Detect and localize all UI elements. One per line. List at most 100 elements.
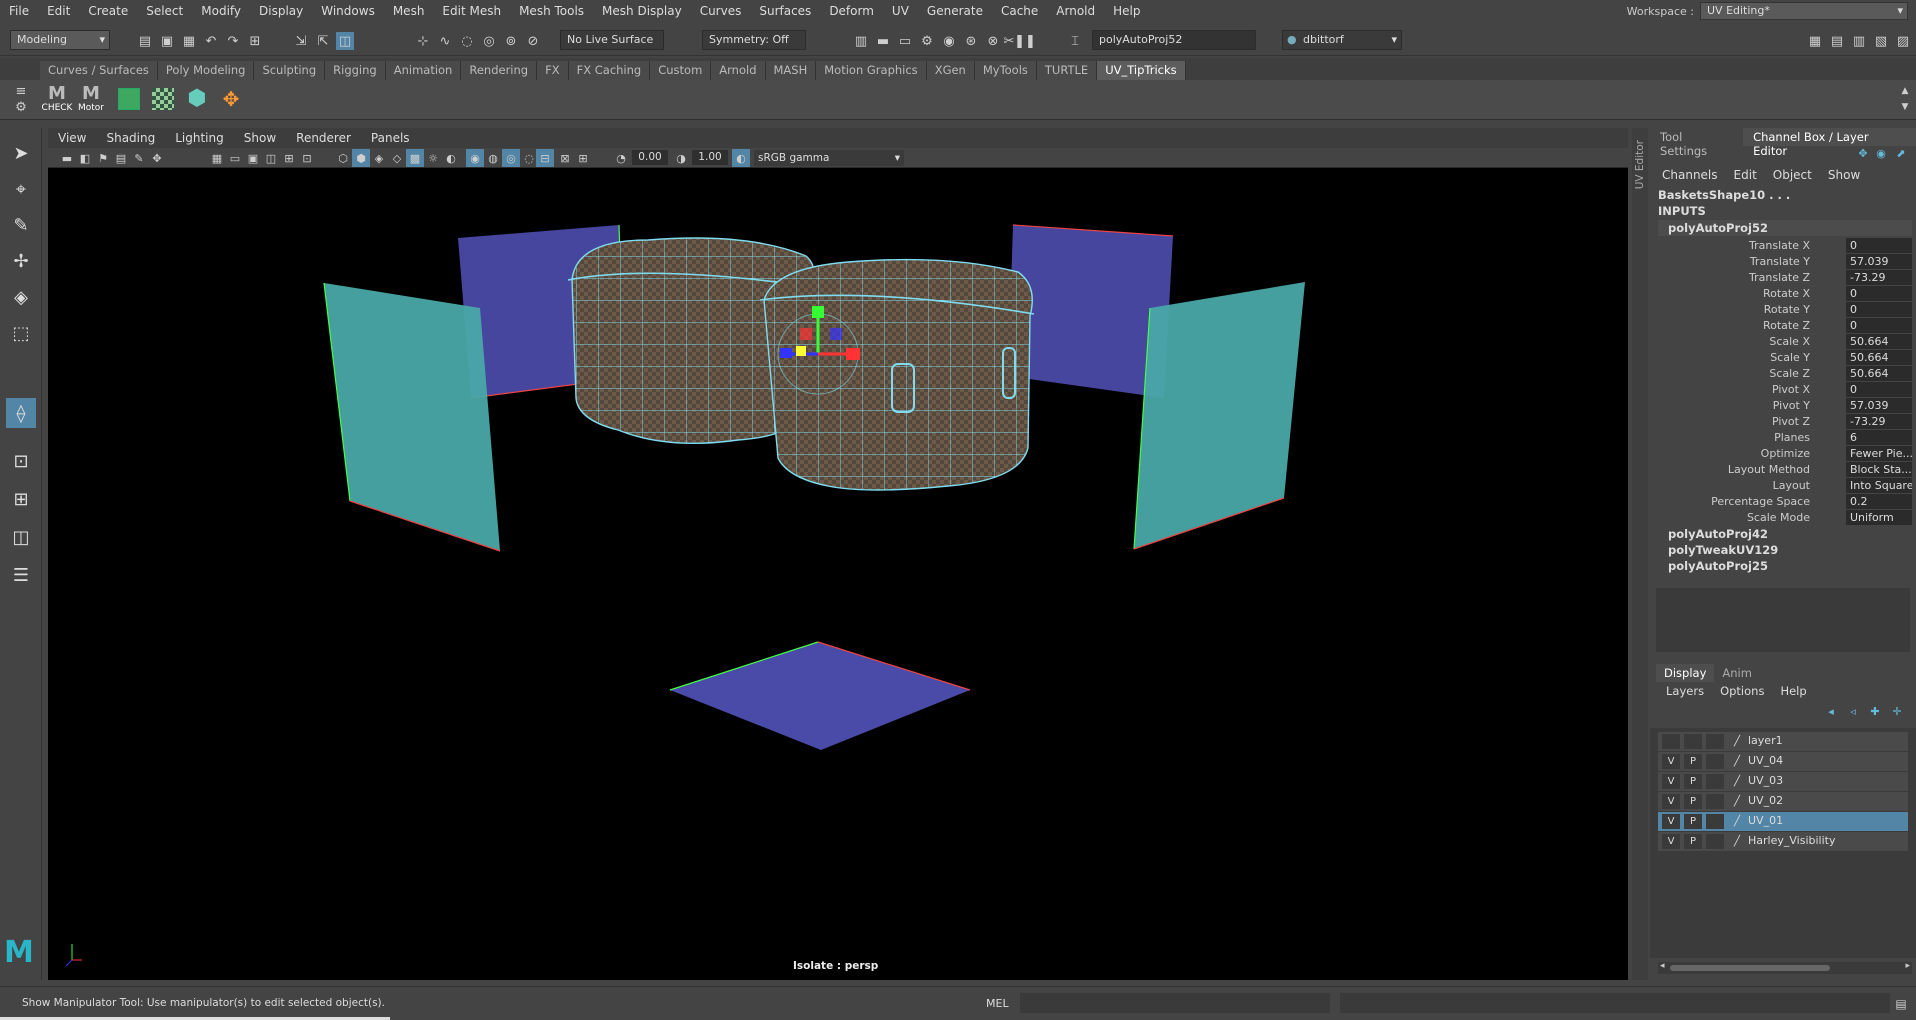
shelf-tab-xgen[interactable]: XGen: [926, 61, 975, 80]
snap-point-icon[interactable]: ◌: [458, 32, 476, 50]
move-layer-up-icon[interactable]: ◂: [1822, 702, 1840, 720]
select-mode-icon[interactable]: ◫: [336, 32, 354, 50]
attribute-row[interactable]: Scale X 50.664: [1650, 334, 1916, 350]
history-node-1[interactable]: polyAutoProj42: [1668, 527, 1768, 541]
two-pane-layout-icon[interactable]: ◫: [6, 522, 36, 552]
snap-live-icon[interactable]: ⊘: [524, 32, 542, 50]
xray-icon[interactable]: ◇: [388, 149, 406, 167]
exposure-icon[interactable]: ◔: [612, 149, 630, 167]
shape-name[interactable]: BasketsShape10 . . .: [1658, 188, 1790, 202]
attribute-value[interactable]: 0.2: [1846, 494, 1912, 509]
rotate-tool-icon[interactable]: ◈: [6, 282, 36, 312]
shelf-button-cube[interactable]: [114, 83, 144, 115]
gate-mask-icon[interactable]: ◫: [262, 149, 280, 167]
shelf-scroll-down-icon[interactable]: ▼: [1896, 98, 1914, 116]
single-pane-layout-icon[interactable]: ⊡: [6, 446, 36, 476]
attribute-row[interactable]: Rotate Z 0: [1650, 318, 1916, 334]
attribute-row[interactable]: Layout Method Block Sta...: [1650, 462, 1916, 478]
shelf-tab-rendering[interactable]: Rendering: [461, 61, 538, 80]
shelf-tab-mytools[interactable]: MyTools: [974, 61, 1037, 80]
viewport-menu-view[interactable]: View: [48, 131, 96, 145]
shelf-tab-uv-tiptricks[interactable]: UV_TipTricks: [1097, 61, 1186, 80]
layer-visibility-toggle[interactable]: [1662, 734, 1680, 749]
scroll-right-icon[interactable]: ▸: [1905, 961, 1910, 971]
resolution-gate-icon[interactable]: ▣: [244, 149, 262, 167]
attribute-row[interactable]: Scale Mode Uniform: [1650, 510, 1916, 526]
ambient-occlusion-icon[interactable]: ◍: [484, 149, 502, 167]
viewport-menu-renderer[interactable]: Renderer: [286, 131, 361, 145]
menu-arnold[interactable]: Arnold: [1047, 4, 1104, 18]
menu-mesh[interactable]: Mesh: [384, 4, 434, 18]
2d-pan-icon[interactable]: ✥: [148, 149, 166, 167]
isolate-view-icon[interactable]: ⊟: [536, 149, 554, 167]
viewport-menu-shading[interactable]: Shading: [96, 131, 165, 145]
attribute-value[interactable]: 57.039: [1846, 254, 1912, 269]
pause-icon[interactable]: ❚❚: [1014, 32, 1036, 50]
attribute-row[interactable]: Percentage Space 0.2: [1650, 494, 1916, 510]
tab-tool-settings[interactable]: Tool Settings: [1650, 128, 1743, 158]
shelf-button-motor[interactable]: M Motor: [76, 83, 106, 115]
shelf-tab-fx-caching[interactable]: FX Caching: [568, 61, 651, 80]
wireframe-icon[interactable]: ⬡: [334, 149, 352, 167]
show-manipulator-tool-icon[interactable]: ⟠: [6, 398, 36, 428]
outliner-layout-icon[interactable]: ☰: [6, 560, 36, 590]
tab-display[interactable]: Display: [1656, 664, 1715, 682]
select-tool-icon[interactable]: ➤: [6, 138, 36, 168]
node-name[interactable]: polyAutoProj52: [1668, 221, 1768, 235]
move-tool-icon[interactable]: ✢: [6, 246, 36, 276]
redo-icon[interactable]: ↷: [224, 32, 242, 50]
attribute-row[interactable]: Pivot X 0: [1650, 382, 1916, 398]
scale-tool-icon[interactable]: ⬚: [6, 318, 36, 348]
layer-color-icon[interactable]: ╱: [1728, 734, 1746, 749]
attribute-value[interactable]: Block Sta...: [1846, 462, 1912, 477]
snap-view-icon[interactable]: ◎: [480, 32, 498, 50]
motion-trail-icon[interactable]: ⊠: [556, 149, 574, 167]
attribute-row[interactable]: Rotate X 0: [1650, 286, 1916, 302]
four-pane-layout-icon[interactable]: ⊞: [6, 484, 36, 514]
viewport-menu-panels[interactable]: Panels: [361, 131, 420, 145]
layer-visibility-toggle[interactable]: V: [1662, 794, 1680, 809]
layer-playback-toggle[interactable]: P: [1684, 834, 1702, 849]
layer-name[interactable]: UV_02: [1748, 794, 1783, 807]
viewport-menu-lighting[interactable]: Lighting: [165, 131, 234, 145]
input-line-icon[interactable]: ⌶: [1066, 32, 1084, 50]
layer-playback-toggle[interactable]: P: [1684, 794, 1702, 809]
attribute-row[interactable]: Optimize Fewer Pie...: [1650, 446, 1916, 462]
layer-visibility-toggle[interactable]: V: [1662, 834, 1680, 849]
layer-name[interactable]: UV_01: [1748, 814, 1783, 827]
antialias-icon[interactable]: ◎: [502, 149, 520, 167]
exposure-field[interactable]: 0.00: [632, 150, 668, 165]
attribute-value[interactable]: 0: [1846, 286, 1912, 301]
menu-edit[interactable]: Edit: [1726, 168, 1765, 182]
history-node-3[interactable]: polyAutoProj25: [1668, 559, 1768, 573]
toggle-attr-editor-icon[interactable]: ▥: [1850, 32, 1868, 50]
shelf-tab-custom[interactable]: Custom: [650, 61, 712, 80]
menu-file[interactable]: File: [0, 4, 38, 18]
arnold-render-icon[interactable]: ⊛: [962, 32, 980, 50]
shadows-icon[interactable]: ◐: [442, 149, 460, 167]
layer-color-icon[interactable]: ╱: [1728, 794, 1746, 809]
workspace-dropdown[interactable]: UV Editing* ▾: [1700, 2, 1908, 20]
menu-surfaces[interactable]: Surfaces: [750, 4, 820, 18]
shelf-button-unfold[interactable]: ✥: [216, 83, 246, 115]
color-management-icon[interactable]: ◐: [732, 149, 750, 167]
isolate-select-icon[interactable]: ◉: [466, 149, 484, 167]
attribute-value[interactable]: Into Square: [1846, 478, 1912, 493]
menu-show[interactable]: Show: [1820, 168, 1868, 182]
shelf-tab-poly-modeling[interactable]: Poly Modeling: [157, 61, 255, 80]
menu-channels[interactable]: Channels: [1654, 168, 1726, 182]
attribute-row[interactable]: Pivot Z -73.29: [1650, 414, 1916, 430]
shelf-button-check[interactable]: M CHECK: [42, 83, 73, 115]
camera-attr-icon[interactable]: ◧: [76, 149, 94, 167]
layer-visibility-toggle[interactable]: V: [1662, 754, 1680, 769]
undo-icon[interactable]: ↶: [202, 32, 220, 50]
shelf-tab-motion-graphics[interactable]: Motion Graphics: [816, 61, 927, 80]
ipr-render-icon[interactable]: ▭: [896, 32, 914, 50]
attribute-row[interactable]: Planes 6: [1650, 430, 1916, 446]
wireframe-on-shaded-icon[interactable]: ◈: [370, 149, 388, 167]
layer-color-icon[interactable]: ╱: [1728, 834, 1746, 849]
attribute-value[interactable]: -73.29: [1846, 414, 1912, 429]
shelf-button-checker[interactable]: [148, 83, 178, 115]
attribute-value[interactable]: 50.664: [1846, 366, 1912, 381]
menu-help[interactable]: Help: [1772, 684, 1814, 698]
